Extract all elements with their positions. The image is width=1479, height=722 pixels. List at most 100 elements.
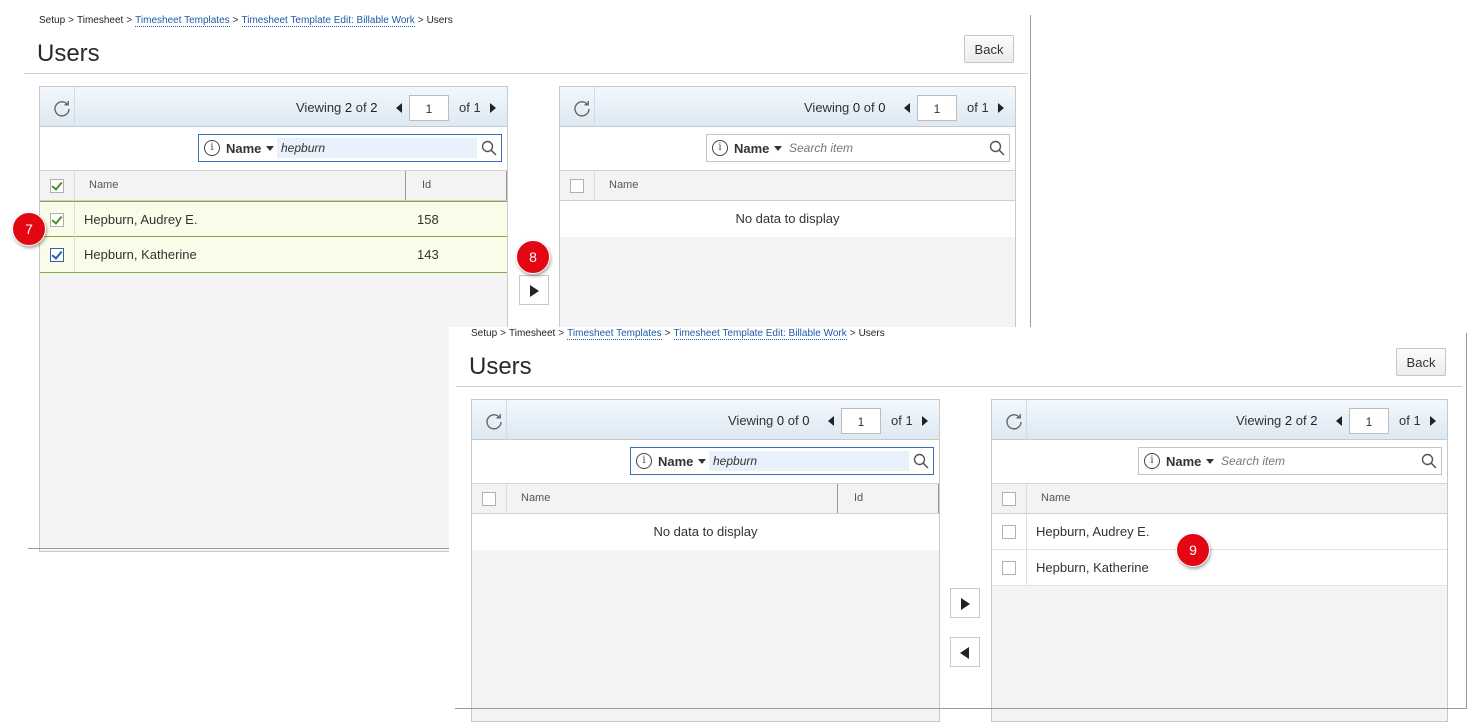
search-field-select[interactable]: Name bbox=[226, 141, 261, 156]
cell-id: 158 bbox=[417, 212, 439, 227]
breadcrumb-users: Users bbox=[426, 15, 453, 26]
row-checkbox[interactable] bbox=[1002, 561, 1016, 575]
column-header-name[interactable]: Name bbox=[609, 179, 638, 191]
row-checkbox[interactable] bbox=[50, 248, 64, 262]
move-right-icon bbox=[530, 285, 539, 297]
arrow-right-icon[interactable] bbox=[922, 416, 928, 426]
page-total: of 1 bbox=[891, 413, 913, 428]
available-users-panel: Viewing 2 of 2 1 of 1 i Name hepburn Nam… bbox=[39, 86, 508, 552]
column-resizer[interactable] bbox=[405, 171, 406, 200]
search-row: i Name Search item bbox=[992, 440, 1447, 484]
breadcrumb-timesheet[interactable]: Timesheet bbox=[77, 15, 123, 26]
column-header-name[interactable]: Name bbox=[1041, 492, 1070, 504]
breadcrumb-timesheet[interactable]: Timesheet bbox=[509, 328, 555, 339]
chevron-down-icon[interactable] bbox=[266, 146, 274, 151]
search-icon[interactable] bbox=[1421, 453, 1437, 469]
info-icon[interactable]: i bbox=[636, 453, 652, 469]
breadcrumb-users: Users bbox=[858, 328, 885, 339]
search-icon[interactable] bbox=[913, 453, 929, 469]
row-checkbox[interactable] bbox=[50, 213, 64, 227]
chevron-down-icon[interactable] bbox=[1206, 459, 1214, 464]
page-number-input[interactable]: 1 bbox=[409, 95, 449, 121]
search-field-select[interactable]: Name bbox=[734, 141, 769, 156]
chevron-down-icon[interactable] bbox=[698, 459, 706, 464]
screenshot-after: Setup > Timesheet > Timesheet Templates > Time… bbox=[450, 328, 1479, 722]
page-number-input[interactable]: 1 bbox=[917, 95, 957, 121]
row-checkbox[interactable] bbox=[1002, 525, 1016, 539]
available-users-panel: Viewing 0 of 0 1 of 1 i Name hepburn Nam… bbox=[471, 399, 940, 722]
column-header-name[interactable]: Name bbox=[521, 492, 550, 504]
page-number-input[interactable]: 1 bbox=[1349, 408, 1389, 434]
move-right-button[interactable] bbox=[519, 275, 549, 305]
page-total: of 1 bbox=[1399, 413, 1421, 428]
search-row: i Name hepburn bbox=[472, 440, 939, 484]
cell-name: Hepburn, Audrey E. bbox=[84, 212, 198, 227]
breadcrumb: Setup > Timesheet > Timesheet Templates > Time… bbox=[39, 15, 453, 27]
arrow-right-icon[interactable] bbox=[1430, 416, 1436, 426]
refresh-icon[interactable] bbox=[572, 98, 592, 118]
move-right-icon bbox=[961, 598, 970, 610]
cell-name: Hepburn, Katherine bbox=[1036, 560, 1149, 575]
table-header: Name bbox=[560, 171, 1015, 201]
breadcrumb-setup[interactable]: Setup bbox=[471, 328, 497, 339]
search-input[interactable]: Search item bbox=[785, 138, 985, 158]
search-box: i Name hepburn bbox=[630, 447, 934, 475]
info-icon[interactable]: i bbox=[1144, 453, 1160, 469]
column-resizer[interactable] bbox=[837, 484, 838, 513]
search-icon[interactable] bbox=[989, 140, 1005, 156]
search-box: i Name hepburn bbox=[198, 134, 502, 162]
cell-name: Hepburn, Audrey E. bbox=[1036, 524, 1150, 539]
search-field-select[interactable]: Name bbox=[1166, 454, 1201, 469]
search-input[interactable]: hepburn bbox=[709, 451, 909, 471]
table-row[interactable]: Hepburn, Audrey E. 158 bbox=[40, 201, 507, 237]
panel-toolbar: Viewing 2 of 2 1 of 1 bbox=[40, 87, 507, 127]
breadcrumb-setup[interactable]: Setup bbox=[39, 15, 65, 26]
search-icon[interactable] bbox=[481, 140, 497, 156]
page-number-input[interactable]: 1 bbox=[841, 408, 881, 434]
search-input[interactable]: hepburn bbox=[277, 138, 477, 158]
select-all-checkbox[interactable] bbox=[50, 179, 64, 193]
viewing-status: Viewing 0 of 0 bbox=[804, 100, 886, 115]
refresh-icon[interactable] bbox=[52, 98, 72, 118]
arrow-left-icon[interactable] bbox=[904, 103, 910, 113]
arrow-right-icon[interactable] bbox=[998, 103, 1004, 113]
page-total: of 1 bbox=[967, 100, 989, 115]
arrow-left-icon[interactable] bbox=[396, 103, 402, 113]
select-all-checkbox[interactable] bbox=[482, 492, 496, 506]
back-button[interactable]: Back bbox=[964, 35, 1014, 63]
table-row[interactable]: Hepburn, Katherine 143 bbox=[40, 237, 507, 273]
chevron-down-icon[interactable] bbox=[774, 146, 782, 151]
search-row: i Name Search item bbox=[560, 127, 1015, 171]
select-all-checkbox[interactable] bbox=[1002, 492, 1016, 506]
breadcrumb-timesheet-templates[interactable]: Timesheet Templates bbox=[135, 15, 230, 27]
column-header-id[interactable]: Id bbox=[422, 179, 431, 191]
refresh-icon[interactable] bbox=[1004, 411, 1024, 431]
breadcrumb-template-edit[interactable]: Timesheet Template Edit: Billable Work bbox=[241, 15, 415, 27]
cell-name: Hepburn, Katherine bbox=[84, 247, 197, 262]
search-field-select[interactable]: Name bbox=[658, 454, 693, 469]
breadcrumb-template-edit[interactable]: Timesheet Template Edit: Billable Work bbox=[673, 328, 847, 340]
cell-id: 143 bbox=[417, 247, 439, 262]
breadcrumb-timesheet-templates[interactable]: Timesheet Templates bbox=[567, 328, 662, 340]
move-left-icon bbox=[960, 647, 969, 659]
table-row[interactable]: Hepburn, Audrey E. bbox=[992, 514, 1447, 550]
column-header-name[interactable]: Name bbox=[89, 179, 118, 191]
arrow-left-icon[interactable] bbox=[1336, 416, 1342, 426]
info-icon[interactable]: i bbox=[712, 140, 728, 156]
back-button[interactable]: Back bbox=[1396, 348, 1446, 376]
select-all-checkbox[interactable] bbox=[570, 179, 584, 193]
viewing-status: Viewing 2 of 2 bbox=[296, 100, 378, 115]
refresh-icon[interactable] bbox=[484, 411, 504, 431]
column-header-id[interactable]: Id bbox=[854, 492, 863, 504]
arrow-left-icon[interactable] bbox=[828, 416, 834, 426]
arrow-right-icon[interactable] bbox=[490, 103, 496, 113]
info-icon[interactable]: i bbox=[204, 140, 220, 156]
panel-toolbar: Viewing 2 of 2 1 of 1 bbox=[992, 400, 1447, 440]
viewing-status: Viewing 0 of 0 bbox=[728, 413, 810, 428]
move-left-button[interactable] bbox=[950, 637, 980, 667]
table-row[interactable]: Hepburn, Katherine bbox=[992, 550, 1447, 586]
search-input[interactable]: Search item bbox=[1217, 451, 1417, 471]
move-right-button[interactable] bbox=[950, 588, 980, 618]
search-row: i Name hepburn bbox=[40, 127, 507, 171]
table-header: Name Id bbox=[472, 484, 939, 514]
